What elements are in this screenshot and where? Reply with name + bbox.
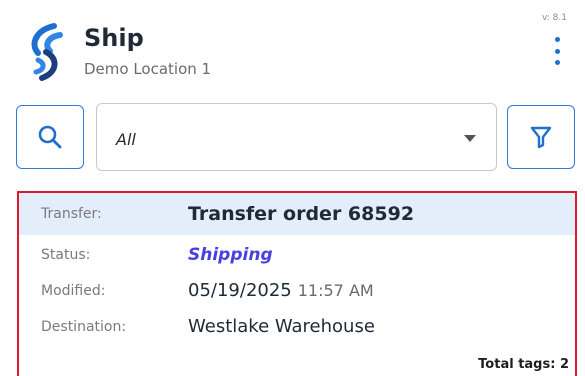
ship-logo-icon: [31, 23, 63, 81]
search-icon: [38, 125, 62, 149]
modified-value: 05/19/2025 11:57 AM: [188, 275, 374, 307]
status-filter-dropdown[interactable]: All: [96, 103, 497, 171]
modified-label: Modified:: [41, 283, 106, 299]
destination-row: Destination: Westlake Warehouse: [19, 311, 575, 343]
status-label: Status:: [41, 247, 91, 263]
transfer-label: Transfer:: [41, 206, 102, 222]
app-header: Ship Demo Location 1 v: 8.1: [0, 0, 585, 92]
app-version: v: 8.1: [541, 13, 567, 23]
total-tags: Total tags: 2: [478, 357, 569, 372]
app-title: Ship: [84, 24, 144, 52]
status-value: Shipping: [188, 245, 273, 265]
destination-label: Destination:: [41, 319, 127, 335]
ship-app: Ship Demo Location 1 v: 8.1 All Transfer…: [0, 0, 585, 376]
status-row: Status: Shipping: [19, 239, 575, 271]
more-menu-button[interactable]: [548, 37, 566, 65]
dropdown-selected-value: All: [116, 130, 136, 149]
kebab-dot-icon: [554, 37, 560, 42]
filter-button[interactable]: [507, 105, 575, 169]
transfer-title: Transfer order 68592: [188, 203, 415, 225]
funnel-icon: [530, 126, 552, 149]
search-button[interactable]: [16, 105, 84, 169]
location-name: Demo Location 1: [84, 60, 212, 78]
chevron-down-icon: [464, 135, 476, 142]
transfer-row: Transfer: Transfer order 68592: [19, 198, 575, 230]
modified-date: 05/19/2025: [188, 280, 292, 301]
kebab-dot-icon: [554, 60, 560, 65]
kebab-dot-icon: [554, 48, 560, 54]
modified-row: Modified: 05/19/2025 11:57 AM: [19, 275, 575, 307]
transfer-card[interactable]: Transfer: Transfer order 68592 Status: S…: [17, 191, 577, 376]
destination-value: Westlake Warehouse: [188, 316, 375, 337]
modified-time: 11:57 AM: [297, 281, 374, 300]
transfer-card-header: Transfer: Transfer order 68592: [19, 193, 575, 235]
